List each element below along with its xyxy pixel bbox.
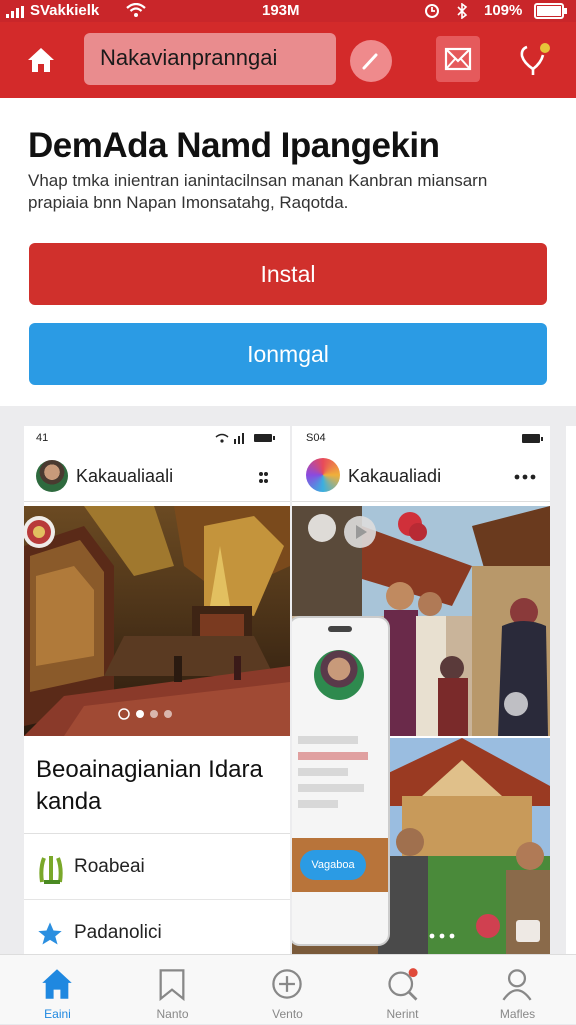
nav-item-create[interactable]: Vento: [230, 955, 345, 1025]
notifications-button[interactable]: [516, 38, 556, 80]
mail-icon: [444, 47, 472, 71]
search-notification-icon: [388, 968, 418, 1001]
screenshot-left[interactable]: 41 Kakaualiaali Beoainagianian Idara kan…: [24, 426, 290, 954]
star-icon: [38, 922, 62, 945]
search-input[interactable]: Nakavianpranngai: [84, 33, 336, 85]
overlay-avatar[interactable]: [314, 650, 364, 700]
battery-icon: [534, 3, 568, 23]
caption-text: Beoainagianian Idara kanda: [36, 756, 263, 815]
nav-item-search[interactable]: Nerint: [345, 955, 460, 1025]
app-header: Nakavianpranngai: [0, 22, 576, 98]
profile-header[interactable]: Kakaualiaali: [24, 454, 290, 502]
nav-label: Eaini: [44, 1007, 71, 1021]
post-caption: Beoainagianian Idara kanda: [24, 738, 290, 834]
app-info-panel: DemAda Namd Ipangekin Vhap tmka inientra…: [0, 98, 576, 406]
overlay-content-list: [298, 728, 382, 816]
nav-item-bookmarks[interactable]: Nanto: [115, 955, 230, 1025]
list-item[interactable]: Roabeai: [24, 836, 290, 900]
carrier-label: SVakkielk: [30, 2, 100, 19]
app-title: DemAda Namd Ipangekin: [28, 126, 440, 165]
edit-button[interactable]: [350, 40, 392, 82]
nav-label: Nanto: [156, 1007, 189, 1021]
open-button[interactable]: Ionmgal: [29, 323, 547, 385]
list-item-label: Roabeai: [74, 856, 145, 877]
heart-notification-icon: [520, 43, 550, 75]
screenshot-right[interactable]: S04 Kakaualiadi Vagaboa: [292, 426, 550, 954]
list-item-label: Padanolici: [74, 922, 162, 943]
screenshot-status-bar: S04: [292, 426, 550, 452]
list-item[interactable]: Padanolici: [24, 902, 290, 954]
wifi-icon: [126, 2, 146, 21]
nav-item-home[interactable]: Eaini: [0, 955, 115, 1025]
nav-label: Mafles: [499, 1007, 536, 1021]
mail-button[interactable]: [436, 36, 480, 82]
overlay-phone-mockup[interactable]: Vagaboa: [292, 616, 390, 946]
signal-icon: [6, 5, 28, 22]
avatar[interactable]: [306, 458, 340, 492]
status-bar: SVakkielk 193M 109%: [0, 0, 576, 22]
app-description: Vhap tmka inientran ianintacilnsan manan…: [28, 171, 488, 212]
more-horizontal-icon[interactable]: [514, 474, 536, 480]
temple-photo[interactable]: [24, 506, 290, 736]
avatar[interactable]: [36, 460, 68, 492]
profile-name: Kakaualiaali: [76, 466, 174, 486]
alarm-icon: [424, 3, 440, 23]
home-button[interactable]: [20, 40, 62, 80]
clock-label: 193M: [262, 2, 300, 19]
signal-wifi-battery-icon: [215, 433, 275, 444]
profile-icon: [502, 969, 532, 1001]
bluetooth-icon: [456, 2, 468, 23]
profile-name: Kakaualiadi: [348, 466, 442, 486]
grain-icon: [39, 856, 63, 884]
battery-label: 109%: [484, 2, 523, 19]
pencil-icon: [362, 53, 378, 70]
screenshot-status-bar: 41: [24, 426, 290, 452]
bookmark-icon: [159, 969, 185, 1001]
nav-label: Nerint: [386, 1007, 419, 1021]
overlay-button[interactable]: Vagaboa: [300, 850, 366, 880]
home-icon: [42, 969, 72, 999]
overlay-notch: [328, 626, 352, 632]
screenshot-time: S04: [306, 432, 326, 444]
more-vertical-icon[interactable]: [258, 470, 268, 486]
profile-header[interactable]: Kakaualiadi: [292, 454, 550, 502]
install-button[interactable]: Instal: [29, 243, 547, 305]
screenshots-carousel[interactable]: 41 Kakaualiaali Beoainagianian Idara kan…: [0, 406, 576, 954]
next-screenshot-peek[interactable]: [566, 426, 576, 954]
screenshot-time: 41: [36, 432, 49, 444]
plus-circle-icon: [272, 969, 302, 999]
nav-item-profile[interactable]: Mafles: [460, 955, 575, 1025]
battery-icon: [522, 434, 543, 443]
bottom-navigation: Eaini Nanto Vento Nerint Mafles: [0, 954, 576, 1024]
nav-label: Vento: [272, 1007, 303, 1021]
home-icon: [28, 48, 54, 72]
